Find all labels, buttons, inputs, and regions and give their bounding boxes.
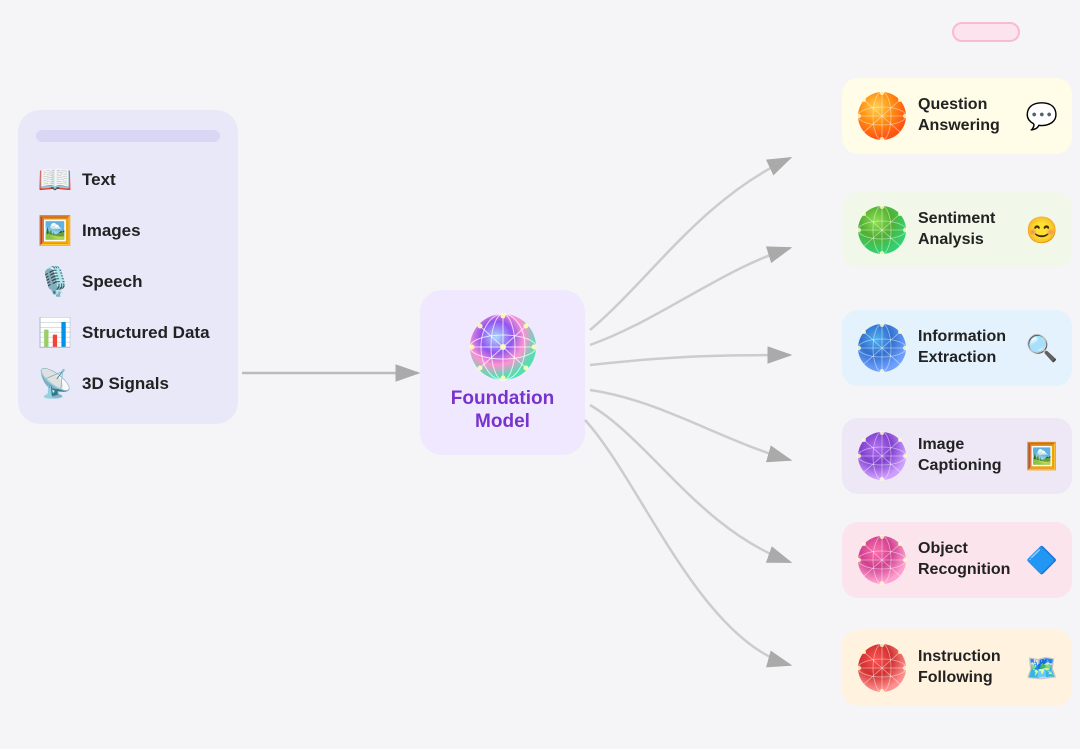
data-item-label-4: 3D Signals [82, 374, 169, 394]
task-label-1: SentimentAnalysis [918, 209, 1016, 251]
task-label-3: ImageCaptioning [918, 435, 1016, 477]
task-sphere-icon-5 [856, 642, 908, 694]
task-icon-1: 😊 [1026, 215, 1058, 246]
data-item-text: 📖 Text [36, 163, 220, 196]
foundation-model-label: FoundationModel [451, 388, 554, 434]
task-sphere-icon-2 [856, 322, 908, 374]
task-sphere-icon-0 [856, 90, 908, 142]
task-label-0: QuestionAnswering [918, 95, 1016, 137]
data-item-label-1: Images [82, 221, 141, 241]
data-icon-4: 📡 [36, 367, 74, 400]
task-sphere-icon-3 [856, 430, 908, 482]
data-icon-3: 📊 [36, 316, 74, 349]
task-icon-5: 🗺️ [1026, 653, 1058, 684]
data-item-structured-data: 📊 Structured Data [36, 316, 220, 349]
task-card-information: InformationExtraction 🔍 [842, 310, 1072, 386]
task-card-image: ImageCaptioning 🖼️ [842, 418, 1072, 494]
data-item-3d-signals: 📡 3D Signals [36, 367, 220, 400]
task-label-2: InformationExtraction [918, 327, 1016, 369]
data-icon-1: 🖼️ [36, 214, 74, 247]
data-item-speech: 🎙️ Speech [36, 265, 220, 298]
foundation-model-box: FoundationModel [420, 290, 585, 455]
task-sphere-icon-1 [856, 204, 908, 256]
foundation-sphere-icon [468, 312, 538, 382]
task-card-object: ObjectRecognition 🔷 [842, 522, 1072, 598]
data-icon-2: 🎙️ [36, 265, 74, 298]
tasks-title [952, 22, 1020, 42]
data-item-label-0: Text [82, 170, 116, 190]
data-panel: 📖 Text 🖼️ Images 🎙️ Speech 📊 Structured … [18, 110, 238, 424]
task-icon-3: 🖼️ [1026, 441, 1058, 472]
task-card-instruction: InstructionFollowing 🗺️ [842, 630, 1072, 706]
data-icon-0: 📖 [36, 163, 74, 196]
task-icon-0: 💬 [1026, 101, 1058, 132]
data-item-label-3: Structured Data [82, 323, 210, 343]
data-item-label-2: Speech [82, 272, 142, 292]
data-item-images: 🖼️ Images [36, 214, 220, 247]
task-label-4: ObjectRecognition [918, 539, 1016, 581]
data-title [36, 130, 220, 142]
task-label-5: InstructionFollowing [918, 647, 1016, 689]
task-card-sentiment: SentimentAnalysis 😊 [842, 192, 1072, 268]
task-sphere-icon-4 [856, 534, 908, 586]
task-icon-4: 🔷 [1026, 545, 1058, 576]
task-card-question: QuestionAnswering 💬 [842, 78, 1072, 154]
task-icon-2: 🔍 [1026, 333, 1058, 364]
